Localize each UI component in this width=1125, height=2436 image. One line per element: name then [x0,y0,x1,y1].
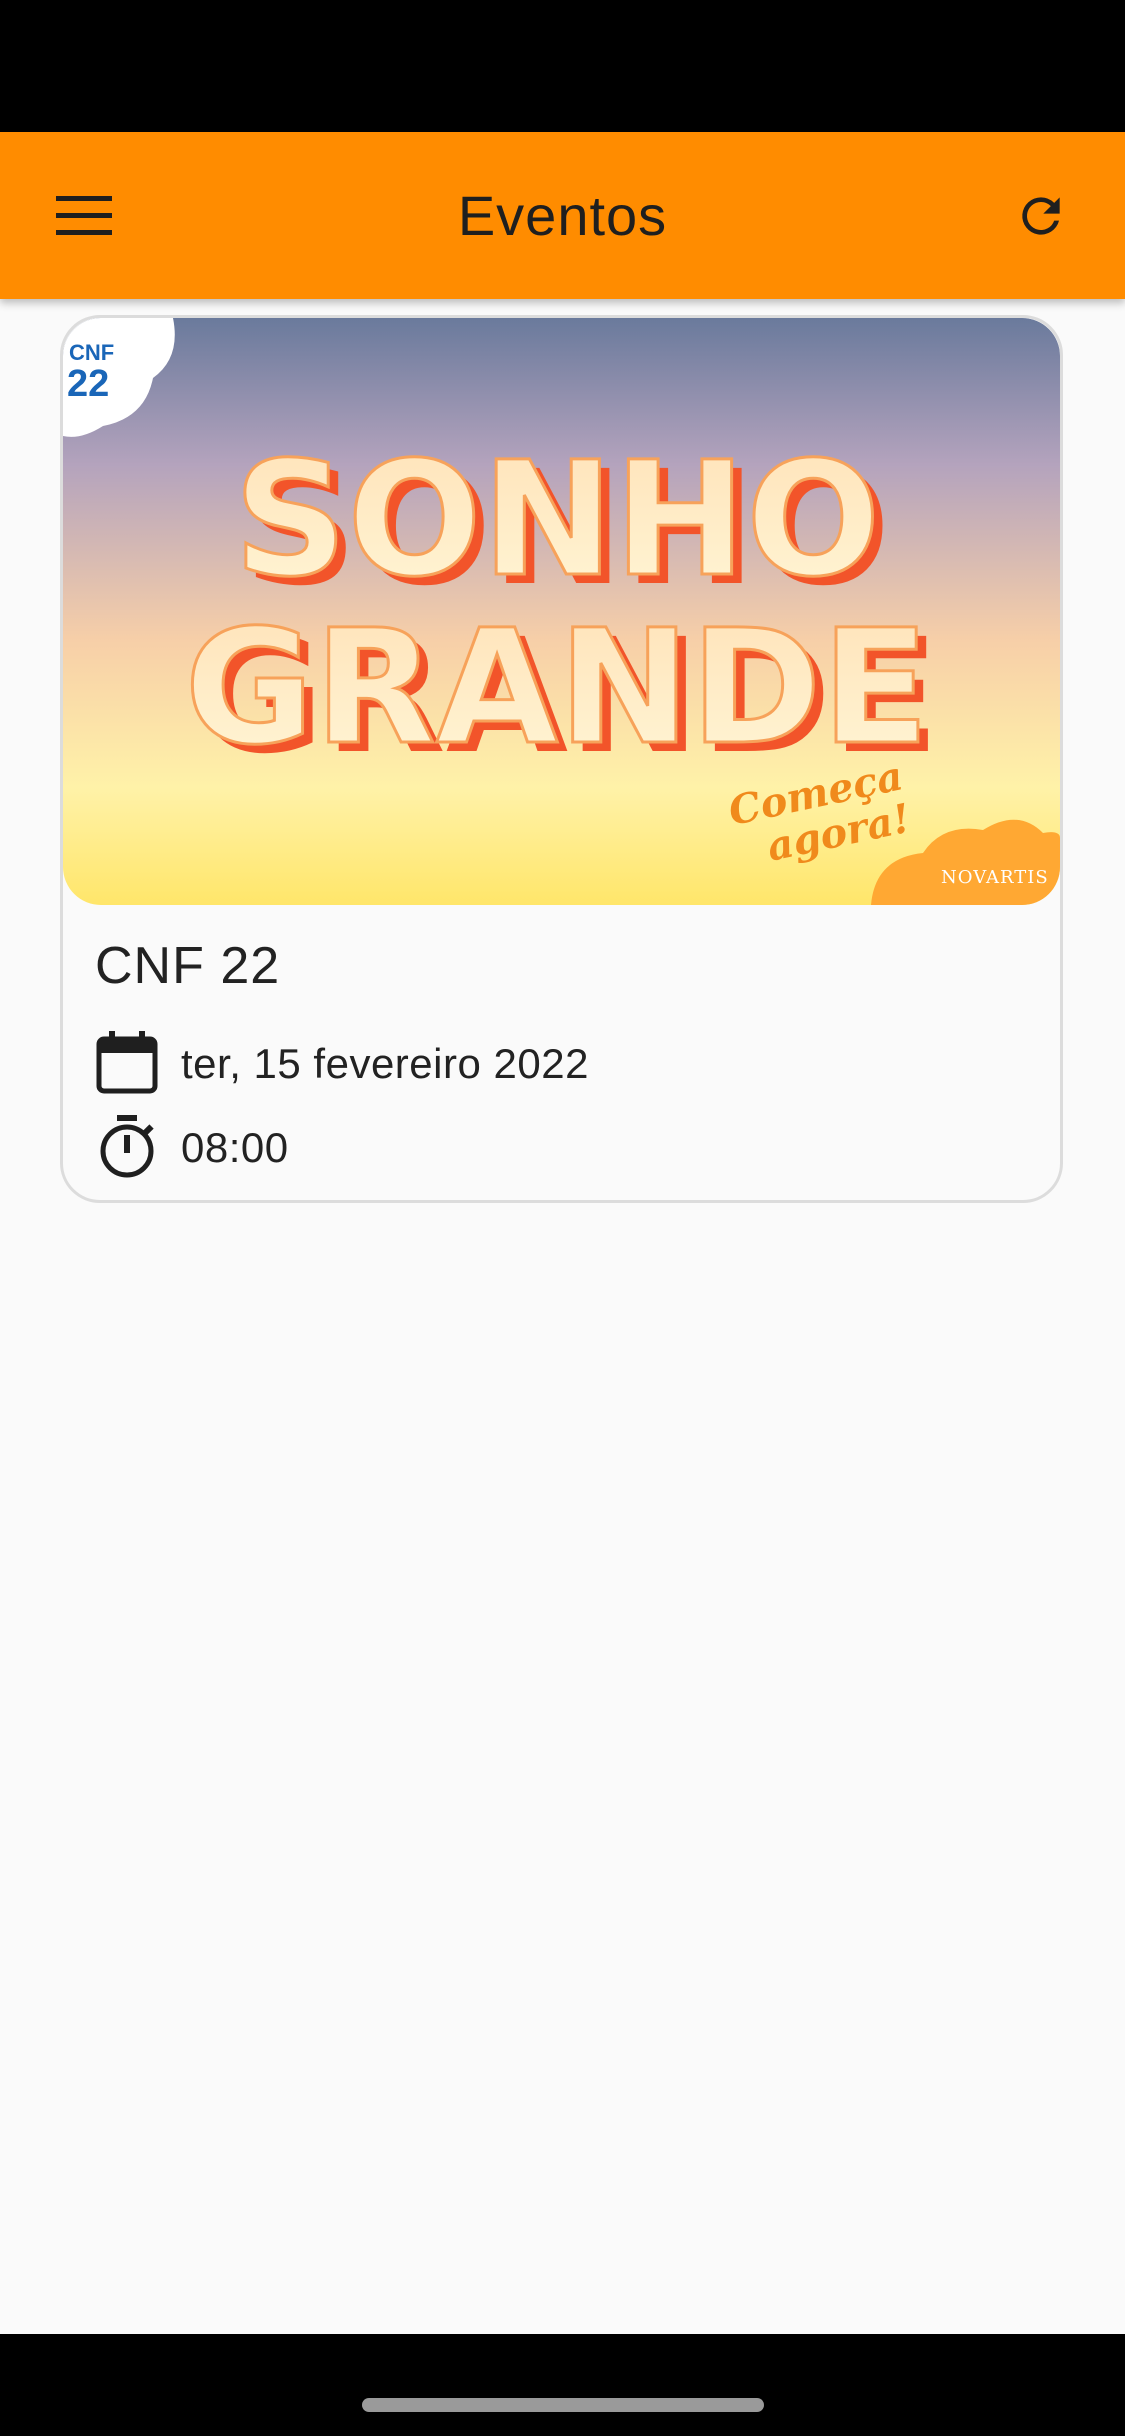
event-card[interactable]: CNF 22 SONHO GRANDE SONHO GRANDE Começa … [60,315,1063,1203]
status-bar [0,0,1125,132]
calendar-icon [95,1029,159,1100]
event-date-row: ter, 15 fevereiro 2022 [95,1029,589,1099]
refresh-icon[interactable] [999,174,1083,258]
event-title: CNF 22 [95,937,281,995]
screen: Eventos CNF 22 SONHO GRANDE SONHO GRANDE… [0,0,1125,2436]
banner-badge-top: CNF [69,340,114,365]
banner-badge-bottom: 22 [67,363,109,405]
event-date: ter, 15 fevereiro 2022 [181,1040,589,1087]
banner-headline-1: SONHO [234,428,881,612]
banner-headline-2: GRANDE [185,596,930,780]
timer-icon [95,1113,159,1184]
home-indicator[interactable] [362,2398,764,2412]
event-time-row: 08:00 [95,1113,289,1183]
banner-brand: NOVARTIS [941,867,1049,888]
event-time: 08:00 [181,1124,289,1171]
event-banner: CNF 22 SONHO GRANDE SONHO GRANDE Começa … [63,318,1060,905]
page-title: Eventos [457,184,668,247]
app-bar: Eventos [0,132,1125,299]
navigation-bar [0,2334,1125,2436]
